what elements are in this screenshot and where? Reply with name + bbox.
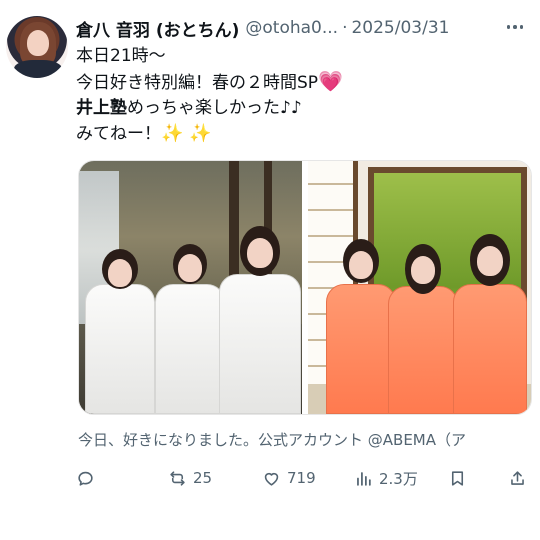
like-button[interactable]: 719 [262, 466, 316, 490]
person-figure [388, 244, 458, 414]
text-line-3: 井上塾めっちゃ楽しかった♪♪ [76, 96, 516, 121]
photo-waterfall-group[interactable] [79, 161, 302, 414]
views-count: 2.3万 [379, 469, 418, 488]
post-date[interactable]: 2025/03/31 [351, 18, 449, 38]
text-line-4: みてねー！✨ ✨ [76, 121, 516, 147]
text-line-2: 今日好き特別編！春の２時間SP💗 [76, 69, 516, 96]
text-line-1: 本日21時〜 [76, 46, 166, 66]
person-figure [219, 226, 301, 414]
avatar[interactable] [6, 16, 68, 78]
reply-icon [78, 471, 93, 486]
pink-heart-icon: 💗 [318, 69, 343, 93]
share-icon [511, 470, 524, 485]
retweet-button[interactable]: 25 [168, 466, 212, 490]
person-figure [155, 244, 225, 414]
action-bar: 25 719 2.3万 [76, 466, 528, 490]
display-name[interactable]: 倉八 音羽 (おとちん) [76, 16, 239, 41]
text-line-4-text: みてねー！ [76, 124, 161, 144]
retweet-icon [170, 470, 185, 486]
bookmark-button[interactable] [448, 466, 467, 490]
person-figure [326, 239, 396, 414]
separator-dot: · [342, 18, 348, 38]
person-figure [453, 234, 527, 414]
views-icon [357, 471, 371, 486]
share-button[interactable] [508, 466, 527, 490]
media-grid [78, 160, 532, 415]
tweet[interactable]: 倉八 音羽 (おとちん) @otoha0... · 2025/03/31 本日2… [0, 0, 540, 540]
text-line-3-text: めっちゃ楽しかった♪♪ [127, 98, 302, 118]
retweet-count: 25 [193, 469, 213, 487]
like-icon [264, 472, 279, 486]
reply-button[interactable] [76, 466, 101, 490]
media-caption[interactable]: 今日、好きになりました。公式アカウント @ABEMA（ア [78, 429, 528, 450]
like-count: 719 [287, 469, 316, 487]
tweet-header: 倉八 音羽 (おとちん) @otoha0... · 2025/03/31 [76, 16, 449, 41]
bold-text: 井上塾 [76, 98, 127, 118]
person-figure [85, 249, 155, 414]
bookmark-icon [451, 470, 464, 486]
views-button[interactable]: 2.3万 [354, 466, 418, 490]
tweet-text: 本日21時〜 今日好き特別編！春の２時間SP💗 井上塾めっちゃ楽しかった♪♪ み… [76, 44, 516, 147]
text-line-2-text: 今日好き特別編！春の２時間SP [76, 73, 319, 93]
photo-orange-group[interactable] [308, 161, 531, 414]
sparkles-icon: ✨ ✨ [161, 123, 212, 144]
avatar-collar [14, 60, 62, 78]
more-icon[interactable] [504, 16, 526, 38]
avatar-face [27, 30, 49, 56]
user-handle[interactable]: @otoha0... [245, 18, 338, 38]
